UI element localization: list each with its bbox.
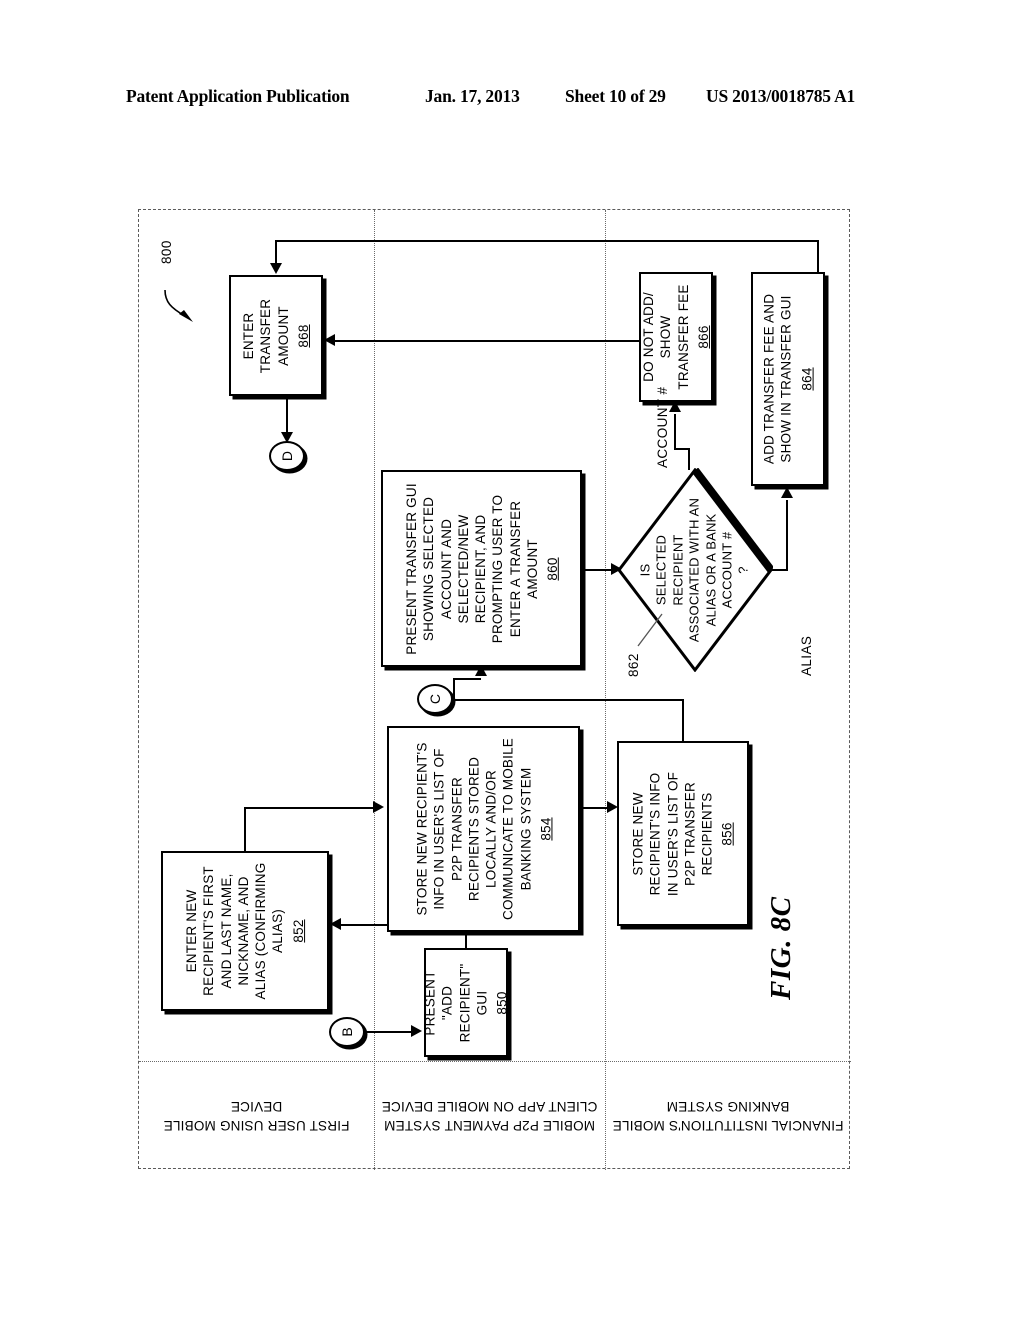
lane-label-mobile-banking-system: FINANCIAL INSTITUTION'S MOBILE BANKING S…	[612, 1099, 844, 1133]
edge-c-to-860-seg1	[453, 678, 455, 700]
connector-d[interactable]: D	[269, 441, 305, 471]
node-854-ref: 854	[537, 817, 553, 841]
node-850-ref: 850	[494, 990, 510, 1015]
process-node-856[interactable]: STORE NEW RECIPIENT'S INFO IN USER'S LIS…	[617, 741, 749, 926]
edge-b-to-850	[365, 1031, 413, 1033]
node-864-text: ADD TRANSFER FEE AND SHOW IN TRANSFER GU…	[761, 276, 816, 482]
node-852-ref: 852	[290, 919, 306, 943]
lane-label-p2p-client-app: MOBILE P2P PAYMENT SYSTEM CLIENT APP ON …	[381, 1099, 598, 1133]
edge-866-to-868-arrowhead	[324, 334, 335, 346]
connector-b[interactable]: B	[329, 1017, 365, 1047]
connector-c-label: C	[427, 693, 443, 705]
edge-850-to-852-arrowhead	[330, 918, 341, 930]
lane-label-first-user: FIRST USER USING MOBILE DEVICE	[163, 1099, 350, 1133]
edge-852-to-854-seg2	[244, 807, 374, 809]
node-854-text: STORE NEW RECIPIENT'S INFO IN USER'S LIS…	[413, 731, 554, 927]
process-node-868[interactable]: ENTER TRANSFER AMOUNT 868	[229, 275, 323, 396]
node-856-text: STORE NEW RECIPIENT'S INFO IN USER'S LIS…	[630, 746, 737, 922]
process-node-860[interactable]: PRESENT TRANSFER GUI SHOWING SELECTED AC…	[381, 470, 582, 667]
edge-862-alias-arrowhead	[781, 487, 793, 498]
node-856-ref: 856	[720, 821, 736, 846]
ref-862-leader-line	[637, 613, 663, 647]
edge-label-alias: ALIAS	[799, 635, 814, 676]
edge-852-to-854-seg1	[244, 807, 246, 853]
node-866-text: DO NOT ADD/ SHOW TRANSFER FEE 866	[640, 276, 712, 398]
publication-date: Jan. 17, 2013	[425, 86, 520, 106]
process-node-864[interactable]: ADD TRANSFER FEE AND SHOW IN TRANSFER GU…	[751, 272, 825, 486]
lane-divider-2	[605, 210, 606, 1170]
lane-divider-1	[374, 210, 375, 1170]
publication-title: Patent Application Publication	[126, 86, 350, 106]
edge-862-account-seg3	[674, 414, 676, 450]
process-node-852[interactable]: ENTER NEW RECIPIENT'S FIRST AND LAST NAM…	[161, 851, 329, 1011]
edge-852-to-854-arrowhead	[373, 801, 384, 813]
process-node-850[interactable]: PRESENT "ADD RECIPIENT" GUI 850	[421, 948, 510, 1057]
edge-864-to-868-seg3	[275, 240, 277, 264]
node-866-ref: 866	[695, 325, 711, 349]
node-868-ref: 868	[295, 323, 311, 348]
edge-862-alias-seg2	[786, 500, 788, 570]
edge-866-to-868	[335, 340, 641, 342]
process-node-866[interactable]: DO NOT ADD/ SHOW TRANSFER FEE 866	[639, 272, 713, 402]
node-860-text: PRESENT TRANSFER GUI SHOWING SELECTED AC…	[402, 476, 560, 662]
process-node-854[interactable]: STORE NEW RECIPIENT'S INFO IN USER'S LIS…	[387, 726, 580, 932]
edge-862-account-arrowhead	[669, 401, 681, 412]
node-860-ref: 860	[544, 556, 560, 581]
figure-caption: FIG. 8C	[765, 896, 797, 1000]
flowchart-figure: FIRST USER USING MOBILE DEVICE MOBILE P2…	[138, 209, 851, 1170]
page-header: Patent Application Publication Jan. 17, …	[0, 86, 1024, 112]
decision-node-862-ref: 862	[626, 653, 641, 677]
edge-856-to-c-seg2	[453, 699, 684, 701]
connector-d-label: D	[279, 450, 295, 462]
node-868-text: ENTER TRANSFER AMOUNT 868	[240, 280, 312, 392]
patent-number: US 2013/0018785 A1	[706, 86, 856, 106]
edge-c-to-860-seg2	[453, 678, 481, 680]
edge-854-to-856	[582, 807, 609, 809]
edge-856-to-c-seg1	[682, 699, 684, 743]
sheet-number: Sheet 10 of 29	[565, 86, 666, 106]
connector-c[interactable]: C	[417, 684, 453, 714]
reference-leader-line	[164, 289, 193, 322]
node-864-ref: 864	[799, 367, 815, 391]
edge-864-to-868-arrowhead	[270, 263, 282, 274]
edge-862-account-seg2	[674, 448, 690, 450]
edge-864-to-868-seg1	[817, 240, 819, 274]
edge-label-account-number: ACCOUNT #	[655, 386, 670, 468]
connector-b-label: B	[339, 1027, 355, 1037]
node-852-text: ENTER NEW RECIPIENT'S FIRST AND LAST NAM…	[183, 856, 307, 1006]
node-850-text: PRESENT "ADD RECIPIENT" GUI 850	[421, 953, 510, 1053]
edge-864-to-868-seg2	[275, 240, 819, 242]
figure-reference-numeral: 800	[159, 240, 174, 264]
edge-862-account-seg1	[688, 448, 690, 470]
